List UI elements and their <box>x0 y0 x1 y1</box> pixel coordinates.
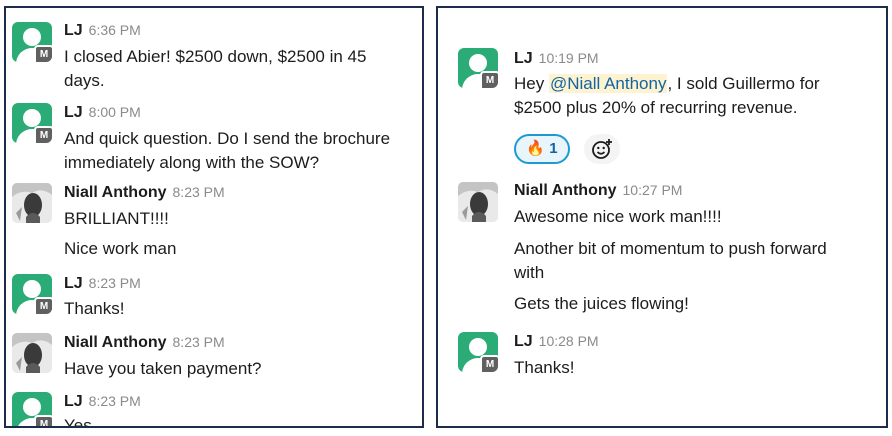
message-line: with <box>514 263 545 282</box>
timestamp[interactable]: 10:19 PM <box>539 50 599 66</box>
mention-link[interactable]: @Niall Anthony <box>548 74 668 93</box>
message-header: Niall Anthony 8:23 PM <box>64 184 225 202</box>
avatar-head-shape <box>469 54 487 72</box>
sender-name[interactable]: LJ <box>64 22 83 39</box>
message-text: BRILLIANT!!!! <box>64 207 169 231</box>
user-avatar-lj[interactable]: M <box>12 274 52 314</box>
message-header: LJ 10:19 PM <box>514 50 599 68</box>
message-text: And quick question. Do I send the brochu… <box>64 127 390 175</box>
message-line: immediately along with the SOW? <box>64 153 320 172</box>
sender-name[interactable]: LJ <box>64 104 83 121</box>
message-header: LJ 6:36 PM <box>64 22 141 40</box>
user-avatar-lj[interactable]: M <box>12 103 52 143</box>
avatar-head-shape <box>23 280 41 298</box>
message-line: Awesome nice work man!!!! <box>514 207 722 226</box>
add-emoji-icon <box>592 139 612 159</box>
avatar-head-shape <box>23 398 41 416</box>
fire-reaction-button[interactable]: 🔥 1 <box>514 134 570 164</box>
message-line: Gets the juices flowing! <box>514 294 689 313</box>
m-badge-icon: M <box>34 45 52 62</box>
user-avatar-niall[interactable] <box>12 183 52 223</box>
user-avatar-niall[interactable] <box>12 333 52 373</box>
sender-name[interactable]: LJ <box>64 275 83 292</box>
avatar-head-shape <box>469 338 487 356</box>
reaction-count: 1 <box>549 140 558 157</box>
message-header: Niall Anthony 8:23 PM <box>64 334 225 352</box>
add-reaction-button[interactable] <box>584 134 620 164</box>
message-line: I closed Abier! $2500 down, $2500 in 45 <box>64 47 367 66</box>
message-text: Another bit of momentum to push forward … <box>514 237 827 285</box>
m-badge-icon: M <box>34 415 52 426</box>
timestamp[interactable]: 6:36 PM <box>89 22 141 38</box>
fire-icon: 🔥 <box>526 140 546 157</box>
chat-panel-left: M LJ 6:36 PM I closed Abier! $2500 down, … <box>4 6 424 428</box>
message-text: Awesome nice work man!!!! <box>514 205 722 229</box>
message-line: Have you taken payment? <box>64 359 262 378</box>
message-header: LJ 10:28 PM <box>514 333 599 351</box>
profile-photo-icon <box>458 182 498 222</box>
sender-name[interactable]: LJ <box>514 50 533 67</box>
message-text: Yes <box>64 414 92 428</box>
user-avatar-niall[interactable] <box>458 182 498 222</box>
m-badge-icon: M <box>480 71 498 88</box>
message-text: Nice work man <box>64 237 176 261</box>
message-text-fragment: , I sold Guillermo for <box>667 74 820 93</box>
message-header: LJ 8:00 PM <box>64 104 141 122</box>
user-avatar-lj[interactable]: M <box>12 22 52 62</box>
timestamp[interactable]: 8:23 PM <box>173 334 225 350</box>
timestamp[interactable]: 8:23 PM <box>89 393 141 409</box>
profile-photo-icon <box>12 333 52 373</box>
message-line: Yes <box>64 416 92 428</box>
sender-name[interactable]: LJ <box>514 333 533 350</box>
message-text: Thanks! <box>514 356 574 380</box>
message-text: Have you taken payment? <box>64 357 262 381</box>
message-line: Nice work man <box>64 239 177 258</box>
message-line: BRILLIANT!!!! <box>64 209 169 228</box>
message-line: Thanks! <box>514 358 575 377</box>
m-badge-icon: M <box>480 355 498 372</box>
sender-name[interactable]: Niall Anthony <box>64 334 167 351</box>
timestamp[interactable]: 8:00 PM <box>89 104 141 120</box>
avatar-head-shape <box>23 28 41 46</box>
message-header: Niall Anthony 10:27 PM <box>514 182 682 200</box>
message-line: Hey @Niall Anthony, I sold Guillermo for <box>514 72 820 96</box>
timestamp[interactable]: 10:28 PM <box>539 333 599 349</box>
user-avatar-lj[interactable]: M <box>12 392 52 426</box>
message-text: Hey @Niall Anthony, I sold Guillermo for… <box>514 72 820 120</box>
message-header: LJ 8:23 PM <box>64 275 141 293</box>
profile-photo-icon <box>12 183 52 223</box>
sender-name[interactable]: Niall Anthony <box>514 182 617 199</box>
message-line: And quick question. Do I send the brochu… <box>64 129 391 148</box>
user-avatar-lj[interactable]: M <box>458 332 498 372</box>
message-line: Thanks! <box>64 299 125 318</box>
message-text: Thanks! <box>64 297 124 321</box>
message-line: $2500 plus 20% of recurring revenue. <box>514 98 798 117</box>
message-text-fragment: Hey <box>514 74 549 93</box>
message-line: days. <box>64 71 105 90</box>
message-text: Gets the juices flowing! <box>514 292 689 316</box>
chat-panel-right: M LJ 10:19 PM Hey @Niall Anthony, I sold … <box>436 6 888 428</box>
user-avatar-lj[interactable]: M <box>458 48 498 88</box>
timestamp[interactable]: 8:23 PM <box>89 275 141 291</box>
sender-name[interactable]: LJ <box>64 393 83 410</box>
message-text: I closed Abier! $2500 down, $2500 in 45 … <box>64 45 366 93</box>
message-line: Another bit of momentum to push forward <box>514 239 827 258</box>
timestamp[interactable]: 8:23 PM <box>173 184 225 200</box>
avatar-head-shape <box>23 109 41 127</box>
m-badge-icon: M <box>34 297 52 314</box>
sender-name[interactable]: Niall Anthony <box>64 184 167 201</box>
m-badge-icon: M <box>34 126 52 143</box>
timestamp[interactable]: 10:27 PM <box>623 182 683 198</box>
message-header: LJ 8:23 PM <box>64 393 141 411</box>
